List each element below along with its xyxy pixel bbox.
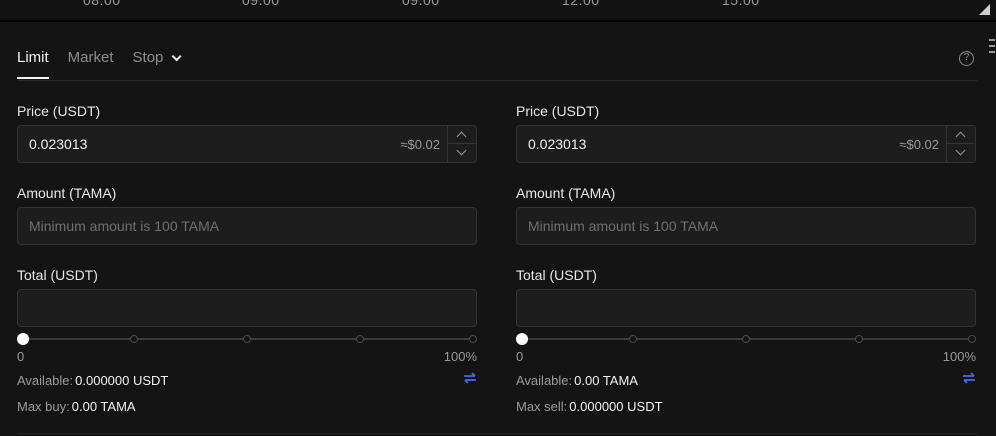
- amount-placeholder: Minimum amount is 100 TAMA: [528, 218, 719, 234]
- available-value: 0.00 TAMA: [574, 373, 638, 388]
- price-label: Price (USDT): [516, 103, 600, 119]
- price-value: 0.023013: [29, 136, 88, 152]
- available-label: Available:: [516, 373, 573, 388]
- slider-step-50[interactable]: [243, 335, 251, 343]
- buy-amount-input[interactable]: Minimum amount is 100 TAMA: [17, 207, 477, 245]
- chevron-up-icon[interactable]: [448, 126, 476, 144]
- time-tick: 08:00: [83, 0, 121, 8]
- price-stepper: [946, 126, 975, 162]
- buy-percent-slider[interactable]: [17, 332, 477, 346]
- slider-step-25[interactable]: [130, 335, 138, 343]
- amount-placeholder: Minimum amount is 100 TAMA: [29, 218, 220, 234]
- tab-limit[interactable]: Limit: [17, 49, 49, 79]
- question-circle-icon[interactable]: ?: [959, 51, 974, 66]
- tab-label: Market: [67, 49, 114, 66]
- buy-price-input[interactable]: 0.023013 ≈$0.02: [17, 125, 477, 163]
- order-type-tabs: Limit Market Stop: [17, 49, 182, 79]
- total-label: Total (USDT): [17, 267, 98, 283]
- slider-knob[interactable]: [17, 333, 29, 345]
- available-balance: Available: 0.00 TAMA: [516, 373, 638, 388]
- tab-stop[interactable]: Stop: [132, 49, 182, 70]
- slider-min-label: 0: [17, 349, 25, 364]
- max-sell: Max sell: 0.000000 USDT: [516, 399, 663, 414]
- slider-min-label: 0: [516, 349, 524, 364]
- chevron-down-icon: [172, 51, 182, 62]
- time-tick: 09:00: [402, 0, 440, 8]
- max-buy: Max buy: 0.00 TAMA: [17, 399, 136, 414]
- tab-label: Stop: [132, 49, 164, 66]
- slider-step-100[interactable]: [469, 335, 477, 343]
- slider-max-label: 100%: [443, 349, 477, 364]
- total-label: Total (USDT): [516, 267, 597, 283]
- available-label: Available:: [17, 373, 74, 388]
- sell-percent-slider[interactable]: [516, 332, 976, 346]
- tab-label: Limit: [17, 49, 49, 66]
- tab-market[interactable]: Market: [68, 49, 114, 70]
- panel-bottom-divider: [17, 433, 977, 434]
- slider-max-label: 100%: [942, 349, 976, 364]
- slider-step-25[interactable]: [629, 335, 637, 343]
- available-balance: Available: 0.000000 USDT: [17, 373, 168, 388]
- order-entry-panel: Limit Market Stop ? Price (USDT) 0.02301…: [0, 22, 996, 436]
- swap-arrows-icon[interactable]: [962, 372, 976, 384]
- slider-step-50[interactable]: [742, 335, 750, 343]
- max-value: 0.00 TAMA: [71, 399, 136, 414]
- available-value: 0.000000 USDT: [75, 373, 169, 388]
- tabs-divider: [17, 80, 977, 81]
- sell-amount-input[interactable]: Minimum amount is 100 TAMA: [516, 207, 976, 245]
- chevron-down-icon[interactable]: [947, 144, 975, 162]
- buy-total-input[interactable]: [17, 289, 477, 327]
- resize-corner-icon[interactable]: [979, 4, 990, 15]
- price-stepper: [447, 126, 476, 162]
- max-label: Max sell:: [516, 399, 568, 414]
- sell-total-input[interactable]: [516, 289, 976, 327]
- price-label: Price (USDT): [17, 103, 101, 119]
- time-tick: 09:00: [242, 0, 280, 8]
- price-value: 0.023013: [528, 136, 587, 152]
- sell-price-input[interactable]: 0.023013 ≈$0.02: [516, 125, 976, 163]
- slider-step-75[interactable]: [855, 335, 863, 343]
- time-tick: 15:00: [722, 0, 760, 8]
- slider-step-100[interactable]: [968, 335, 976, 343]
- max-value: 0.000000 USDT: [569, 399, 663, 414]
- chart-time-axis: 08:00 09:00 09:00 12:00 15:00: [0, 0, 996, 20]
- price-approx-usd: ≈$0.02: [899, 137, 939, 152]
- amount-label: Amount (TAMA): [17, 185, 117, 201]
- amount-label: Amount (TAMA): [516, 185, 616, 201]
- chevron-down-icon[interactable]: [448, 144, 476, 162]
- max-label: Max buy:: [17, 399, 70, 414]
- slider-knob[interactable]: [516, 333, 528, 345]
- chevron-up-icon[interactable]: [947, 126, 975, 144]
- drag-handle-icon[interactable]: [989, 39, 995, 57]
- price-approx-usd: ≈$0.02: [400, 137, 440, 152]
- time-tick: 12:00: [562, 0, 600, 8]
- swap-arrows-icon[interactable]: [463, 372, 477, 384]
- slider-step-75[interactable]: [356, 335, 364, 343]
